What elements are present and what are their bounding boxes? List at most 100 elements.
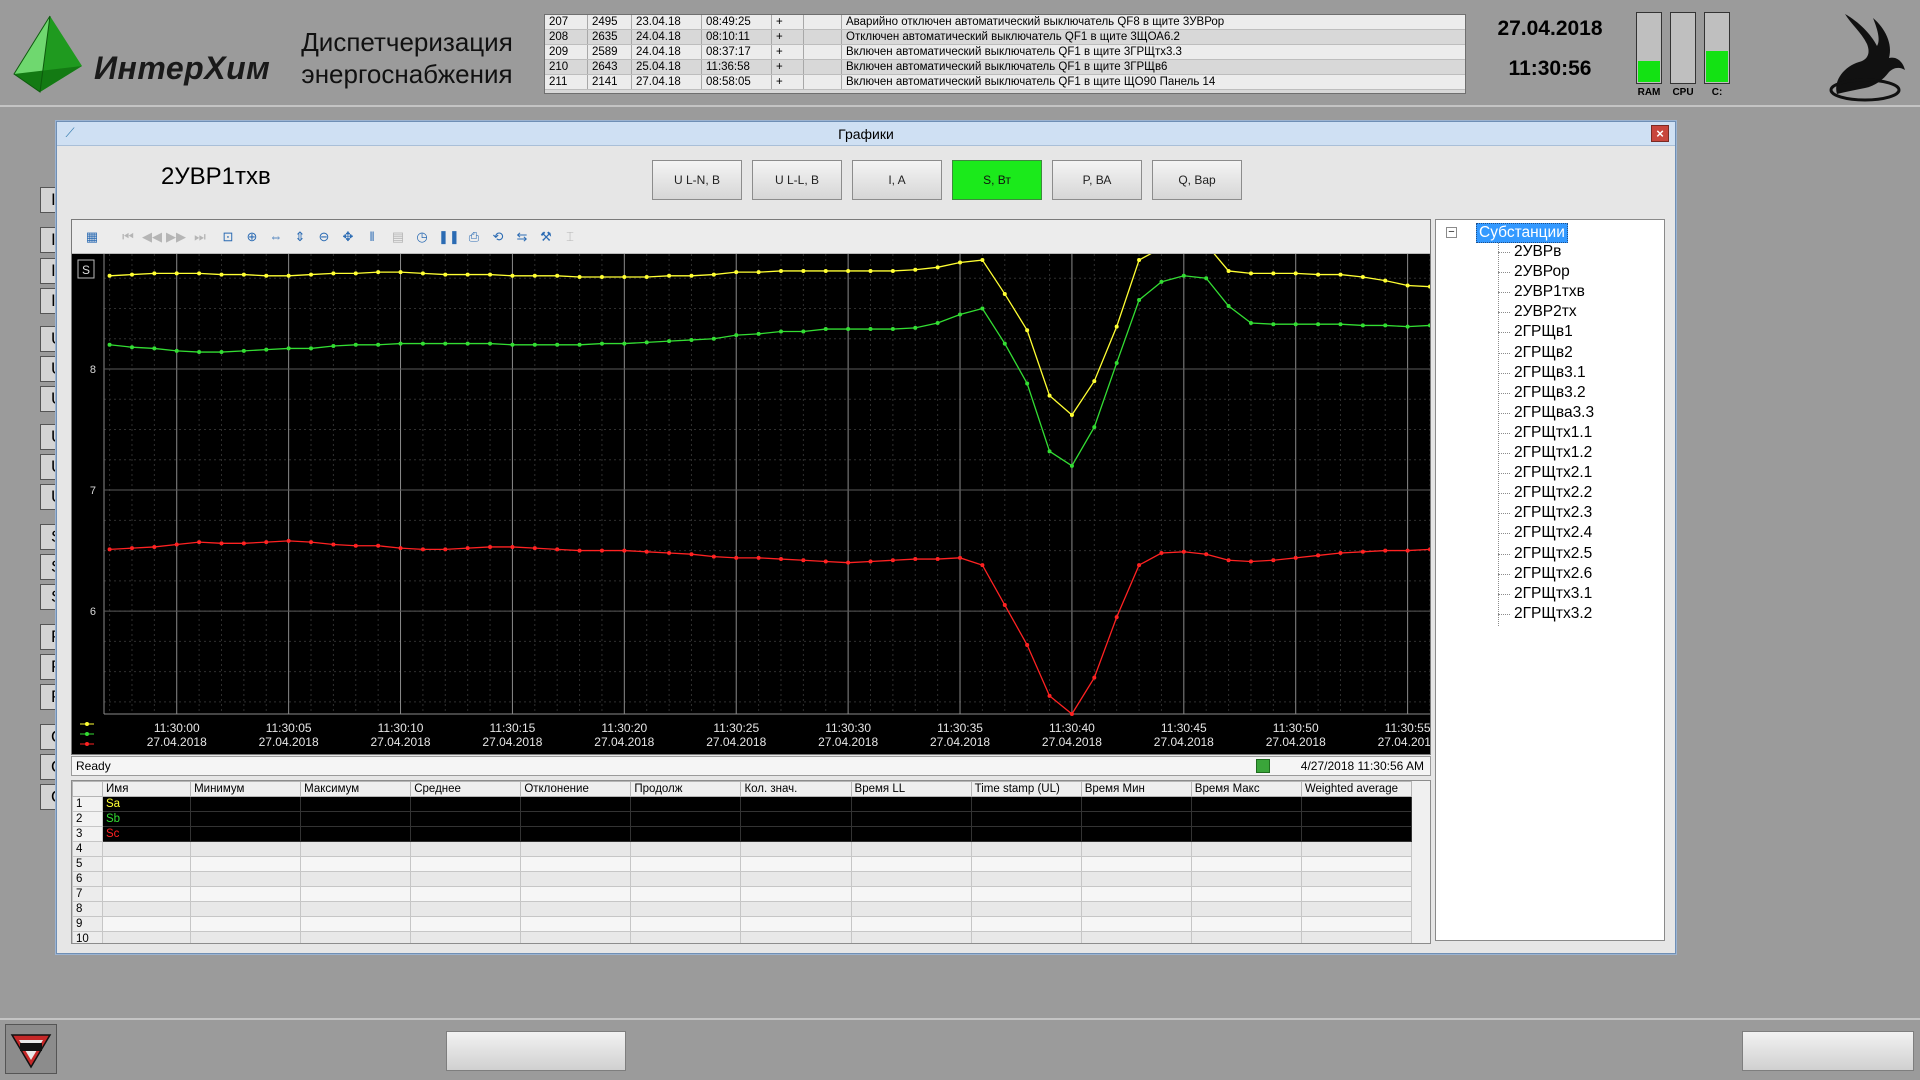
tree-item[interactable]: 2ГРЩтх2.4 xyxy=(1498,524,1592,542)
scale-icon[interactable]: ‖ xyxy=(362,227,382,247)
event-row[interactable]: 208 2635 24.04.18 08:10:11 + Отключен автомат… xyxy=(545,30,1465,45)
table-column-header[interactable]: Имя xyxy=(102,781,192,797)
tree-item[interactable]: 2ГРЩв3.1 xyxy=(1498,364,1586,382)
table-row[interactable]: 6 xyxy=(72,871,1413,887)
tree-item[interactable]: 2УВРор xyxy=(1498,263,1570,281)
table-cell xyxy=(630,871,742,887)
zoom-in-icon[interactable]: ⊕ xyxy=(242,227,262,247)
close-icon[interactable]: × xyxy=(1651,125,1669,142)
trend-chart[interactable]: 876S11:30:0027.04.201811:30:0527.04.2018… xyxy=(72,254,1430,754)
pause-icon[interactable]: ❚❚ xyxy=(438,227,460,247)
data-point-sc xyxy=(913,557,918,562)
tree-item[interactable]: 2ГРЩтх3.2 xyxy=(1498,605,1592,623)
tab-4[interactable]: P, ВА xyxy=(1052,160,1142,200)
tree-item[interactable]: 2ГРЩв1 xyxy=(1498,323,1573,341)
table-column-header[interactable]: Продолж xyxy=(630,781,742,797)
grid-icon[interactable]: ▤ xyxy=(388,227,408,247)
tree-collapse-icon[interactable]: − xyxy=(1446,227,1457,238)
to-main-button[interactable] xyxy=(1742,1031,1914,1071)
event-ack xyxy=(804,75,842,89)
tree-item[interactable]: 2ГРЩтх1.1 xyxy=(1498,424,1592,442)
table-row[interactable]: 2 Sb xyxy=(72,811,1413,827)
data-point-sa xyxy=(241,272,246,277)
tree-root-label[interactable]: Субстанции xyxy=(1476,223,1568,243)
tree-item[interactable]: 2ГРЩтх2.6 xyxy=(1498,565,1592,583)
last-page-icon[interactable]: ⏭ xyxy=(190,227,210,247)
event-row[interactable]: 210 2643 25.04.18 11:36:58 + Включен автомати… xyxy=(545,60,1465,75)
table-row[interactable]: 10 xyxy=(72,931,1413,943)
table-cell xyxy=(630,886,742,902)
tree-item[interactable]: 2ГРЩтх2.1 xyxy=(1498,464,1592,482)
table-cell xyxy=(190,826,302,842)
tree-item[interactable]: 2УВРв xyxy=(1498,243,1561,261)
table-row[interactable]: 7 xyxy=(72,886,1413,902)
tree-item[interactable]: 2УВР2тх xyxy=(1498,303,1577,321)
interchem-logo-icon[interactable] xyxy=(5,1024,57,1074)
table-row[interactable]: 1 Sa xyxy=(72,796,1413,812)
events-log[interactable]: 207 2495 23.04.18 08:49:25 + Аварийно отключе… xyxy=(544,14,1466,94)
event-row[interactable]: 209 2589 24.04.18 08:37:17 + Включен автомати… xyxy=(545,45,1465,60)
table-column-header[interactable]: Время Макс xyxy=(1190,781,1302,797)
object-name: 2УВР1тхв xyxy=(161,163,271,190)
first-page-icon[interactable]: ⏮ xyxy=(118,227,138,247)
table-cell xyxy=(1190,916,1302,932)
table-column-header[interactable]: Максимум xyxy=(300,781,412,797)
refresh-icon[interactable]: ⟲ xyxy=(488,227,508,247)
clock-icon[interactable]: ◷ xyxy=(412,227,432,247)
tab-1[interactable]: U L-L, В xyxy=(752,160,842,200)
tree-item[interactable]: 2ГРЩв3.2 xyxy=(1498,384,1586,402)
table-column-header[interactable]: Отклонение xyxy=(520,781,632,797)
table-row[interactable]: 8 xyxy=(72,901,1413,917)
tree-item-label: 2ГРЩтх2.2 xyxy=(1514,484,1593,502)
tab-3[interactable]: S, Вт xyxy=(952,160,1042,200)
table-column-header[interactable]: Время Мин xyxy=(1080,781,1192,797)
data-point-sb xyxy=(1316,322,1321,327)
pan-icon[interactable]: ✥ xyxy=(338,227,358,247)
tree-item[interactable]: 2ГРЩтх2.5 xyxy=(1498,545,1592,563)
zoom-horizontal-icon[interactable]: ⇔ xyxy=(266,227,286,247)
zoom-vertical-icon[interactable]: ⇕ xyxy=(290,227,310,247)
table-column-header[interactable]: Минимум xyxy=(190,781,302,797)
row-number: 2 xyxy=(72,811,104,827)
tree-item-label: 2ГРЩтх2.5 xyxy=(1514,544,1593,562)
table-column-header[interactable]: Weighted average xyxy=(1300,781,1413,797)
table-row[interactable]: 5 xyxy=(72,856,1413,872)
prev-page-icon[interactable]: ◀◀ xyxy=(142,227,162,247)
data-point-sc xyxy=(1316,553,1321,558)
table-column-header[interactable]: Time stamp (UL) xyxy=(970,781,1082,797)
table-column-header[interactable]: Среднее xyxy=(410,781,522,797)
table-column-header[interactable]: Время LL xyxy=(850,781,972,797)
data-point-sb xyxy=(420,341,425,346)
window-titlebar[interactable]: ⟋ Графики × xyxy=(57,122,1675,146)
calendar-icon[interactable]: ▦ xyxy=(82,227,102,247)
event-row[interactable]: 207 2495 23.04.18 08:49:25 + Аварийно отключе… xyxy=(545,15,1465,30)
tree-item[interactable]: 2УВР1тхв xyxy=(1498,283,1585,301)
table-column-header[interactable]: Кол. знач. xyxy=(740,781,852,797)
next-page-icon[interactable]: ▶▶ xyxy=(166,227,186,247)
export-icon[interactable]: ⇆ xyxy=(512,227,532,247)
print-icon[interactable]: ⎙ xyxy=(464,227,484,247)
tree-item[interactable]: 2ГРЩтх2.2 xyxy=(1498,484,1592,502)
table-row[interactable]: 9 xyxy=(72,916,1413,932)
settings-icon[interactable]: ⚒ xyxy=(536,227,556,247)
table-row[interactable]: 4 xyxy=(72,841,1413,857)
tree-item[interactable]: 2ГРЩтх3.1 xyxy=(1498,585,1592,603)
graphs-button[interactable] xyxy=(446,1031,626,1071)
zoom-out-icon[interactable]: ⊖ xyxy=(314,227,334,247)
zoom-box-icon[interactable]: ⊡ xyxy=(218,227,238,247)
tree-item[interactable]: 2ГРЩтх1.2 xyxy=(1498,444,1592,462)
table-cell xyxy=(850,871,972,887)
tree-item[interactable]: 2ГРЩтх2.3 xyxy=(1498,504,1592,522)
tab-5[interactable]: Q, Вар xyxy=(1152,160,1242,200)
event-row[interactable]: 211 2141 27.04.18 08:58:05 + Включен автомати… xyxy=(545,75,1465,90)
tab-0[interactable]: U L-N, В xyxy=(652,160,742,200)
table-row[interactable]: 3 Sc xyxy=(72,826,1413,842)
tree-item[interactable]: 2ГРЩва3.3 xyxy=(1498,404,1594,422)
data-point-sa xyxy=(778,268,783,273)
data-point-sc xyxy=(152,544,157,549)
tab-2[interactable]: I, A xyxy=(852,160,942,200)
tree-item[interactable]: 2ГРЩв2 xyxy=(1498,344,1573,362)
series-name-cell: Sc xyxy=(102,826,192,842)
cursor-icon[interactable]: ⌶ xyxy=(560,227,580,247)
tree-item-label: 2УВР2тх xyxy=(1514,303,1577,321)
